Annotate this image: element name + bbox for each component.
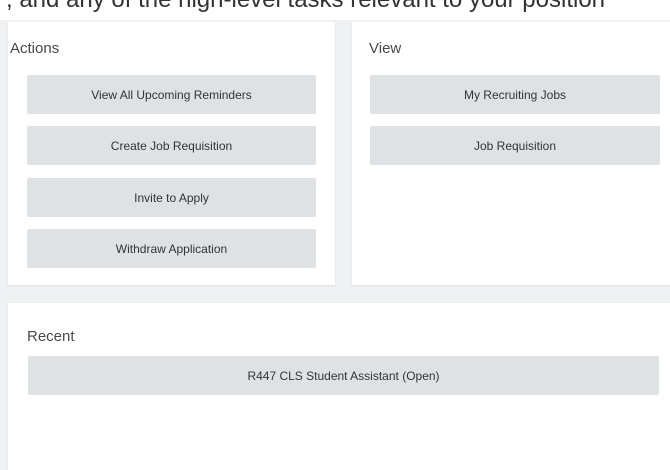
recent-card: Recent R447 CLS Student Assistant (Open)	[8, 303, 670, 470]
my-recruiting-jobs-button[interactable]: My Recruiting Jobs	[370, 75, 660, 114]
instruction-text: , and any of the high-level tasks releva…	[6, 0, 605, 12]
actions-title: Actions	[10, 40, 60, 57]
withdraw-application-button[interactable]: Withdraw Application	[27, 229, 316, 268]
instruction-text-strip: , and any of the high-level tasks releva…	[0, 0, 670, 20]
job-requisition-button[interactable]: Job Requisition	[370, 126, 660, 165]
invite-to-apply-button[interactable]: Invite to Apply	[27, 178, 316, 217]
recent-title: Recent	[27, 328, 75, 345]
actions-card: Actions View All Upcoming Reminders Crea…	[8, 22, 335, 285]
view-card: View My Recruiting Jobs Job Requisition	[352, 22, 670, 285]
create-job-requisition-button[interactable]: Create Job Requisition	[27, 126, 316, 165]
recent-item-button[interactable]: R447 CLS Student Assistant (Open)	[28, 356, 659, 395]
view-title: View	[369, 40, 402, 57]
view-all-upcoming-reminders-button[interactable]: View All Upcoming Reminders	[27, 75, 316, 114]
